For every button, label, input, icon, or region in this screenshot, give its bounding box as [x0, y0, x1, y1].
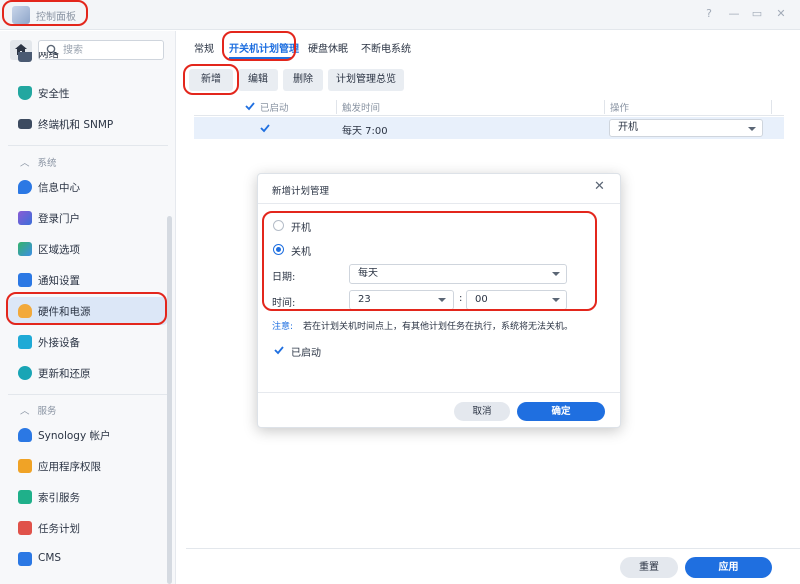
control-panel-icon [12, 6, 30, 24]
sidebar: 网络 安全性 终端机和 SNMP ︿系统 信息中心 登录门户 区域选项 通知设置… [0, 31, 176, 584]
dialog-note: 注意: 若在计划关机时间点上，有其他计划任务在执行，系统将无法关机。 [272, 319, 573, 332]
edit-button[interactable]: 编辑 [238, 69, 278, 91]
sidebar-scrollbar[interactable] [167, 216, 172, 584]
regional-options-icon [18, 242, 32, 256]
sidebar-item-security[interactable]: 安全性 [8, 79, 168, 107]
lightbulb-icon [18, 304, 32, 318]
minimize-button[interactable]: — [727, 7, 741, 20]
radio-power-on[interactable] [273, 220, 284, 231]
login-portal-icon [18, 211, 32, 225]
section-header-system[interactable]: ︿ 系统 [20, 155, 57, 169]
chevron-up-icon: ︿ [20, 158, 30, 169]
column-divider [336, 100, 337, 114]
account-icon [18, 428, 32, 442]
chevron-down-icon [748, 127, 756, 131]
delete-button[interactable]: 删除 [283, 69, 323, 91]
column-trigger-time[interactable]: 触发时间 [342, 100, 380, 114]
sidebar-item-regional-options[interactable]: 区域选项 [8, 235, 168, 263]
column-divider [604, 100, 605, 114]
column-action[interactable]: 操作 [610, 100, 629, 114]
tab-hdd-hibernation[interactable]: 硬盘休眠 [308, 40, 348, 55]
calendar-icon [18, 521, 32, 535]
sidebar-item-app-privileges[interactable]: 应用程序权限 [8, 452, 168, 480]
note-text: 若在计划关机时间点上，有其他计划任务在执行，系统将无法关机。 [303, 322, 574, 332]
column-divider [771, 100, 772, 114]
column-enabled[interactable]: 已启动 [260, 100, 289, 114]
chevron-up-icon: ︿ [20, 406, 30, 417]
section-header-services[interactable]: ︿ 服务 [20, 403, 57, 417]
date-label: 日期: [272, 272, 296, 283]
external-device-icon [18, 335, 32, 349]
tab-general[interactable]: 常规 [194, 40, 214, 55]
sidebar-item-notifications[interactable]: 通知设置 [8, 266, 168, 294]
info-icon [18, 180, 32, 194]
sidebar-item-network[interactable]: 网络 [8, 52, 168, 68]
notification-icon [18, 273, 32, 287]
time-label: 时间: [272, 298, 296, 309]
active-tab-indicator [229, 57, 292, 59]
maximize-button[interactable]: ▭ [750, 7, 764, 20]
radio-power-off[interactable] [273, 244, 284, 255]
table-header: 已启动 触发时间 操作 [194, 98, 784, 116]
sidebar-item-synology-account[interactable]: Synology 帐户 [8, 421, 168, 449]
reset-button[interactable]: 重置 [620, 557, 678, 578]
row-action-select[interactable]: 开机 [609, 119, 763, 137]
dialog-divider [258, 203, 620, 204]
sidebar-item-terminal-snmp[interactable]: 终端机和 SNMP [8, 110, 168, 138]
checkmark-icon [245, 102, 255, 111]
title-bar: 控制面板 ? — ▭ ✕ [0, 0, 800, 30]
chevron-down-icon [438, 298, 446, 302]
note-title: 注意: [272, 322, 294, 332]
tab-power-schedule[interactable]: 开关机计划管理 [229, 40, 299, 55]
cancel-button[interactable]: 取消 [454, 402, 510, 421]
sidebar-item-login-portal[interactable]: 登录门户 [8, 204, 168, 232]
network-icon [18, 52, 32, 62]
divider [8, 394, 168, 395]
radio-power-on-label: 开机 [291, 223, 311, 234]
apply-button[interactable]: 应用 [685, 557, 772, 578]
terminal-icon [18, 119, 32, 129]
close-icon[interactable]: ✕ [594, 179, 605, 194]
hour-value: 23 [358, 294, 371, 305]
divider [8, 145, 168, 146]
dialog-title: 新增计划管理 [272, 186, 330, 197]
refresh-icon [18, 366, 32, 380]
table-row[interactable]: 每天 7:00 开机 [194, 117, 784, 139]
tab-ups[interactable]: 不断电系统 [361, 40, 411, 55]
minute-select[interactable]: 00 [466, 290, 567, 310]
sidebar-item-task-scheduler[interactable]: 任务计划 [8, 514, 168, 542]
dialog-divider [258, 392, 620, 393]
schedule-overview-button[interactable]: 计划管理总览 [328, 69, 404, 91]
cms-icon [18, 552, 32, 566]
time-colon: : [459, 293, 463, 304]
add-schedule-dialog: 新增计划管理 ✕ 开机 关机 日期: 每天 时间: 23 : 00 注意: 若在计… [257, 173, 621, 428]
sidebar-item-update-restore[interactable]: 更新和还原 [8, 359, 168, 387]
sidebar-item-cms[interactable]: CMS [8, 545, 168, 573]
index-icon [18, 490, 32, 504]
add-button[interactable]: 新增 [189, 69, 233, 91]
hour-select[interactable]: 23 [349, 290, 454, 310]
sidebar-item-external-devices[interactable]: 外接设备 [8, 328, 168, 356]
sidebar-item-indexing-service[interactable]: 索引服务 [8, 483, 168, 511]
minute-value: 00 [475, 294, 488, 305]
enabled-label: 已启动 [291, 348, 321, 359]
sidebar-item-info-center[interactable]: 信息中心 [8, 173, 168, 201]
window-title: 控制面板 [36, 12, 76, 23]
sidebar-item-hardware-power[interactable]: 硬件和电源 [8, 297, 168, 325]
row-enabled-checkbox[interactable] [259, 122, 271, 134]
lock-icon [18, 459, 32, 473]
help-button[interactable]: ? [702, 7, 716, 20]
shield-icon [18, 86, 32, 100]
radio-power-off-label: 关机 [291, 247, 311, 258]
enabled-checkbox[interactable] [273, 344, 285, 356]
date-select[interactable]: 每天 [349, 264, 567, 284]
chevron-down-icon [552, 298, 560, 302]
footer-divider [186, 548, 800, 549]
row-trigger-time: 每天 7:00 [342, 126, 388, 137]
row-action-value: 开机 [618, 122, 638, 133]
chevron-down-icon [552, 272, 560, 276]
confirm-button[interactable]: 确定 [517, 402, 605, 421]
close-button[interactable]: ✕ [774, 7, 788, 20]
date-value: 每天 [358, 268, 378, 279]
